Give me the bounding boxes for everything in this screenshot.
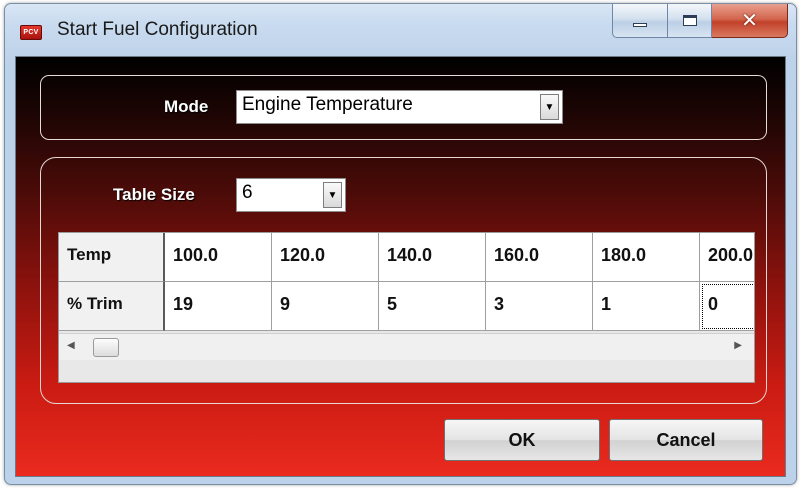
title-bar[interactable]: PCV Start Fuel Configuration ✕ <box>5 4 796 56</box>
table-size-value: 6 <box>242 182 253 203</box>
row-header-temp: Temp <box>59 233 165 282</box>
grid-table: Temp 100.0 120.0 140.0 160.0 180.0 200.0… <box>59 233 754 331</box>
mode-select-value: Engine Temperature <box>242 94 413 115</box>
minimize-icon <box>633 22 647 27</box>
dropdown-arrow-icon[interactable]: ▼ <box>540 94 559 120</box>
table-cell[interactable]: 120.0 <box>272 233 379 282</box>
mode-select[interactable]: Engine Temperature ▼ <box>236 90 563 124</box>
table-size-select[interactable]: 6 ▼ <box>236 178 346 212</box>
horizontal-scrollbar[interactable]: ◀ ▶ <box>59 333 754 360</box>
table-cell[interactable]: 180.0 <box>593 233 700 282</box>
scroll-left-icon[interactable]: ◀ <box>67 340 75 351</box>
table-cell[interactable]: 140.0 <box>379 233 486 282</box>
table-cell[interactable]: 5 <box>379 282 486 331</box>
table-cell[interactable]: 100.0 <box>165 233 272 282</box>
table-cell[interactable]: 160.0 <box>486 233 593 282</box>
dialog-window: PCV Start Fuel Configuration ✕ Mode Engi… <box>4 3 797 485</box>
table-cell-selected[interactable]: 0 <box>700 282 754 331</box>
mode-group: Mode Engine Temperature ▼ <box>40 75 767 140</box>
close-icon: ✕ <box>741 9 758 32</box>
close-button[interactable]: ✕ <box>712 4 788 38</box>
table-cell[interactable]: 200.0 <box>700 233 754 282</box>
ok-button[interactable]: OK <box>444 419 600 461</box>
table-row: % Trim 19 9 5 3 1 0 <box>59 282 754 331</box>
mode-label: Mode <box>164 97 209 116</box>
dropdown-arrow-icon[interactable]: ▼ <box>323 182 342 208</box>
app-logo-icon: PCV <box>20 25 42 40</box>
table-cell[interactable]: 19 <box>165 282 272 331</box>
table-cell[interactable]: 3 <box>486 282 593 331</box>
table-cell[interactable]: 9 <box>272 282 379 331</box>
row-header-trim: % Trim <box>59 282 165 331</box>
grid-empty-area <box>59 361 754 382</box>
minimize-button[interactable] <box>612 4 668 38</box>
maximize-icon <box>682 15 697 26</box>
scroll-right-icon[interactable]: ▶ <box>734 340 742 351</box>
dialog-content: Mode Engine Temperature ▼ Table Size 6 ▼… <box>15 56 786 477</box>
table-group: Table Size 6 ▼ Temp 100.0 120.0 140.0 16… <box>40 157 767 404</box>
trim-grid: Temp 100.0 120.0 140.0 160.0 180.0 200.0… <box>58 232 755 383</box>
table-size-label: Table Size <box>113 185 195 204</box>
window-title: Start Fuel Configuration <box>57 19 258 40</box>
table-cell[interactable]: 1 <box>593 282 700 331</box>
cancel-button[interactable]: Cancel <box>609 419 763 461</box>
scroll-thumb[interactable] <box>93 338 119 357</box>
maximize-button[interactable] <box>668 4 712 38</box>
caption-buttons: ✕ <box>612 4 788 40</box>
table-row: Temp 100.0 120.0 140.0 160.0 180.0 200.0 <box>59 233 754 282</box>
